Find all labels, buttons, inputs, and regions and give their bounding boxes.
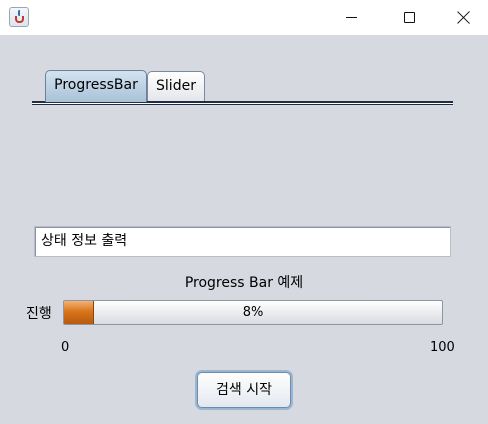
status-text-field[interactable]: 상태 정보 출력 <box>34 226 451 257</box>
close-button[interactable] <box>439 0 488 35</box>
tab-slider[interactable]: Slider <box>147 71 205 101</box>
tab-divider-lower <box>32 104 453 105</box>
java-cup-icon[interactable] <box>9 7 29 27</box>
progress-bar: 8% <box>63 300 443 325</box>
progress-max-label: 100 <box>430 340 455 355</box>
progress-title: Progress Bar 예제 <box>184 275 304 291</box>
maximize-button[interactable] <box>381 0 439 35</box>
close-icon <box>456 10 472 26</box>
progress-percent: 8% <box>242 305 264 320</box>
minimize-icon <box>346 17 357 18</box>
progress-min-label: 0 <box>61 340 70 355</box>
tab-progressbar[interactable]: ProgressBar <box>45 70 147 102</box>
title-bar <box>0 0 488 35</box>
start-search-button[interactable]: 검색 시작 <box>197 372 291 408</box>
minimize-button[interactable] <box>323 0 381 35</box>
maximize-icon <box>404 12 415 23</box>
progress-label: 진행 <box>26 306 52 322</box>
